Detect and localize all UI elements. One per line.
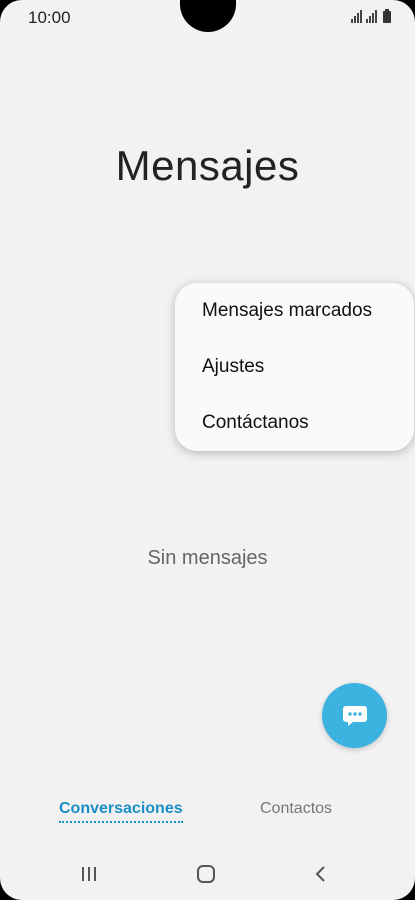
camera-notch: [180, 0, 236, 32]
empty-state-text: Sin mensajes: [147, 547, 268, 569]
phone-screen: 10:00 Mensajes Mensajes marcados Ajustes…: [0, 0, 415, 900]
chat-bubble-icon: [342, 705, 367, 726]
menu-item-settings[interactable]: Ajustes: [175, 339, 414, 395]
signal-icon: [351, 9, 362, 23]
status-icons: [351, 9, 391, 23]
overflow-menu: Mensajes marcados Ajustes Contáctanos: [175, 283, 414, 451]
tab-conversations[interactable]: Conversaciones: [59, 800, 183, 823]
page-title: Mensajes: [115, 142, 300, 189]
status-time: 10:00: [28, 8, 71, 27]
compose-message-button[interactable]: [322, 683, 387, 748]
bottom-tab-bar: Conversaciones Contactos: [0, 800, 415, 832]
menu-item-starred-messages[interactable]: Mensajes marcados: [175, 283, 414, 339]
recent-apps-icon: [82, 867, 96, 881]
system-navigation-bar: [0, 852, 415, 896]
home-button[interactable]: [186, 860, 226, 888]
signal-icon: [366, 9, 377, 23]
battery-icon: [383, 9, 391, 23]
back-icon: [315, 866, 325, 882]
home-icon: [197, 865, 215, 883]
recent-apps-button[interactable]: [69, 860, 109, 888]
tab-contacts[interactable]: Contactos: [260, 800, 332, 818]
back-button[interactable]: [301, 860, 341, 888]
menu-item-contact-us[interactable]: Contáctanos: [175, 395, 414, 451]
